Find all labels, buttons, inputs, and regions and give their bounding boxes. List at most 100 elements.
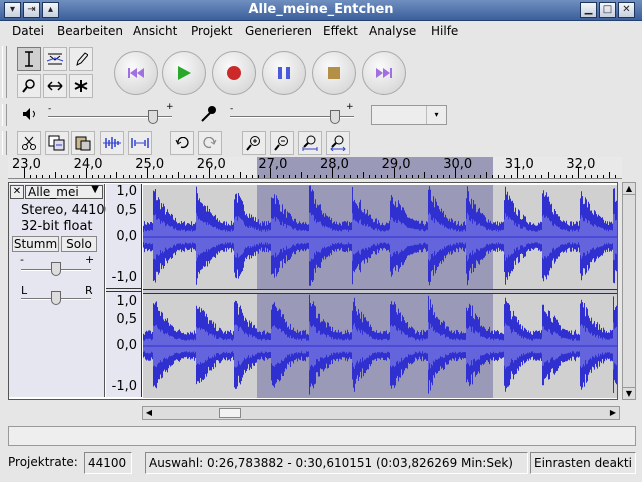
- ruler-minor-tick: [473, 175, 475, 178]
- menu-ansicht[interactable]: Ansicht: [133, 24, 177, 38]
- chevron-down-icon: ▾: [426, 106, 446, 124]
- ruler-minor-tick: [467, 175, 469, 178]
- track-info-format: 32-bit float: [21, 219, 93, 234]
- scroll-thumb[interactable]: [219, 408, 241, 418]
- waveform-left-channel[interactable]: [143, 185, 617, 289]
- ruler-minor-tick: [449, 175, 451, 178]
- scroll-down-icon[interactable]: ▼: [623, 387, 635, 399]
- menu-hilfe[interactable]: Hilfe: [431, 24, 458, 38]
- ruler-minor-tick: [553, 175, 555, 178]
- channel-divider: [106, 288, 141, 292]
- minimize-icon[interactable]: ▁: [580, 2, 597, 18]
- envelope-tool-icon[interactable]: [43, 47, 67, 71]
- skip-end-button[interactable]: [362, 51, 406, 95]
- cut-icon[interactable]: [17, 131, 41, 155]
- input-volume-thumb[interactable]: [330, 110, 341, 124]
- ruler-minor-tick: [461, 175, 463, 178]
- ruler-minor-tick: [486, 172, 487, 178]
- scale-label: -1,0: [111, 270, 137, 285]
- paste-icon[interactable]: [71, 131, 95, 155]
- stop-button[interactable]: [312, 51, 356, 95]
- toolbar-grip[interactable]: [2, 131, 7, 155]
- ruler-label: 23,0: [12, 157, 41, 172]
- ruler-label: 31,0: [504, 157, 534, 172]
- ruler-minor-tick: [251, 175, 253, 178]
- pan-slider-thumb[interactable]: [51, 291, 61, 305]
- solo-button[interactable]: Solo: [61, 236, 97, 252]
- ruler-minor-tick: [245, 175, 247, 178]
- close-icon[interactable]: ✕: [618, 2, 635, 18]
- toolbar-grip[interactable]: [2, 46, 7, 98]
- scroll-left-icon[interactable]: ◀: [143, 407, 155, 419]
- scale-label: 1,0: [116, 294, 137, 309]
- menu-datei[interactable]: Datei: [12, 24, 44, 38]
- pan-left-label: L: [21, 284, 28, 297]
- zoom-tool-icon[interactable]: [17, 74, 41, 98]
- menu-projekt[interactable]: Projekt: [191, 24, 232, 38]
- speaker-icon: [22, 107, 38, 124]
- ruler-minor-tick: [128, 175, 130, 178]
- vertical-scrollbar[interactable]: ▲ ▼: [622, 182, 636, 400]
- scale-label: 0,0: [116, 338, 137, 353]
- ruler-minor-tick: [430, 175, 432, 178]
- maximize-icon[interactable]: □: [599, 2, 616, 18]
- timeshift-tool-icon[interactable]: [43, 74, 67, 98]
- menu-bearbeiten[interactable]: Bearbeiten: [57, 24, 123, 38]
- ruler-minor-tick: [264, 175, 266, 178]
- scale-label: 0,0: [116, 229, 137, 244]
- title-bar: ▾ ⇥ ▴ Alle_meine_Entchen ▁ □ ✕: [0, 0, 642, 21]
- ruler-minor-tick: [375, 175, 377, 178]
- ruler-minor-tick: [295, 175, 297, 178]
- ruler-minor-tick: [184, 175, 186, 178]
- scroll-up-icon[interactable]: ▲: [623, 183, 635, 195]
- menu-effekt[interactable]: Effekt: [323, 24, 358, 38]
- multi-tool-icon[interactable]: [69, 74, 93, 98]
- record-button[interactable]: [212, 51, 256, 95]
- ruler-minor-tick: [60, 175, 62, 178]
- ruler-minor-tick: [399, 175, 401, 178]
- select-tool-icon[interactable]: [17, 47, 41, 71]
- menu-analyse[interactable]: Analyse: [369, 24, 416, 38]
- ruler-label: 29,0: [381, 157, 411, 172]
- ruler-minor-tick: [405, 175, 407, 178]
- skip-end-icon: [376, 68, 392, 78]
- pause-button[interactable]: [262, 51, 306, 95]
- toolbar-grip[interactable]: [2, 104, 7, 126]
- skip-start-button[interactable]: [114, 51, 158, 95]
- amplitude-scale: 1,0 0,5 0,0 -1,0 1,0 0,5 0,0 -1,0: [106, 184, 142, 397]
- ruler-minor-tick: [547, 172, 549, 178]
- redo-icon[interactable]: [198, 131, 222, 155]
- input-source-select[interactable]: ▾: [371, 105, 447, 125]
- fit-selection-icon[interactable]: [298, 131, 322, 155]
- horizontal-scrollbar[interactable]: ◀ ▶: [142, 406, 620, 420]
- output-volume-thumb[interactable]: [148, 110, 159, 124]
- fit-project-icon[interactable]: [326, 131, 350, 155]
- timeline-ruler[interactable]: 23,0 24,0 25,0 26,0 27,0 28,0 29,0 30,0 31,0 32,0: [8, 157, 622, 179]
- mute-button[interactable]: Stumm: [12, 236, 59, 252]
- undo-icon[interactable]: [170, 131, 194, 155]
- zoom-in-icon[interactable]: [242, 131, 266, 155]
- zoom-out-icon[interactable]: [270, 131, 294, 155]
- project-rate-input[interactable]: 44100: [84, 452, 132, 474]
- draw-tool-icon[interactable]: [69, 47, 93, 71]
- waveform-right-channel[interactable]: [143, 294, 617, 398]
- track-name-menu[interactable]: Alle_mei ▼: [25, 184, 103, 199]
- trim-icon[interactable]: [100, 131, 124, 155]
- microphone-icon: [200, 105, 218, 126]
- gain-slider-thumb[interactable]: [51, 262, 61, 276]
- ruler-minor-tick: [510, 175, 512, 178]
- ruler-minor-tick: [227, 175, 229, 178]
- silence-icon[interactable]: [128, 131, 152, 155]
- menu-bar: Datei Bearbeiten Ansicht Projekt Generie…: [0, 21, 642, 42]
- ruler-label: 30,0: [443, 157, 473, 172]
- ruler-minor-tick: [418, 175, 420, 178]
- scroll-right-icon[interactable]: ▶: [607, 407, 619, 419]
- track-name: Alle_mei: [28, 185, 79, 199]
- menu-generieren[interactable]: Generieren: [245, 24, 312, 38]
- skip-start-icon: [128, 68, 144, 78]
- ruler-minor-tick: [381, 175, 383, 178]
- ruler-minor-tick: [387, 175, 389, 178]
- copy-icon[interactable]: [45, 131, 69, 155]
- play-button[interactable]: [162, 51, 206, 95]
- track-close-icon[interactable]: ✕: [10, 185, 24, 199]
